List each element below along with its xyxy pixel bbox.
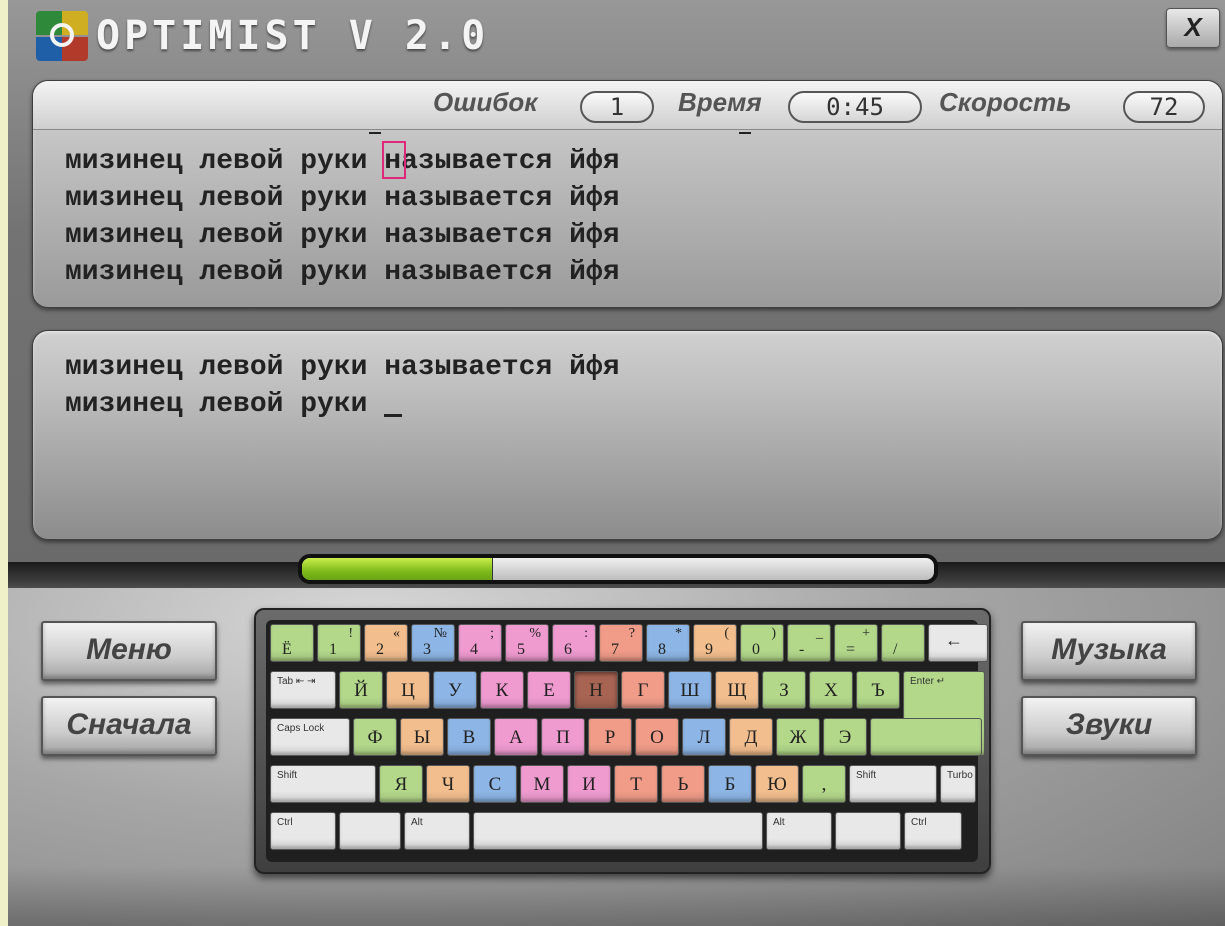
key[interactable]: % 5 bbox=[505, 624, 549, 662]
current-char: н bbox=[382, 141, 407, 179]
key[interactable]: ← bbox=[928, 624, 988, 662]
typed-line: мизинец левой руки называется йфя bbox=[65, 352, 620, 383]
progress-bar bbox=[298, 554, 938, 584]
exercise-line: мизинец левой руки называется йфя bbox=[65, 257, 620, 288]
key[interactable]: (9 bbox=[693, 624, 737, 662]
key[interactable]: Е bbox=[527, 671, 571, 709]
key[interactable]: К bbox=[480, 671, 524, 709]
logo-text: OPTIMIST V 2.0 bbox=[96, 13, 490, 59]
key[interactable]: А bbox=[494, 718, 538, 756]
key[interactable]: ? 7 bbox=[599, 624, 643, 662]
typed-text: мизинец левой руки называется йфя мизине… bbox=[65, 349, 620, 423]
key[interactable]: И bbox=[567, 765, 611, 803]
key[interactable]: Caps Lock bbox=[270, 718, 350, 756]
typing-panel[interactable]: мизинец левой руки называется йфя мизине… bbox=[32, 330, 1223, 540]
key[interactable]: П bbox=[541, 718, 585, 756]
key[interactable]: Л bbox=[682, 718, 726, 756]
key[interactable]: Т bbox=[614, 765, 658, 803]
errors-value: 1 bbox=[580, 91, 654, 123]
key[interactable]: Ц bbox=[386, 671, 430, 709]
typed-line-current: мизинец левой руки bbox=[65, 386, 620, 423]
exercise-panel: Ошибок 1 Время 0:45 Скорость 72 мизинец … bbox=[32, 80, 1223, 308]
speed-value: 72 bbox=[1123, 91, 1205, 123]
key[interactable]: Tab ⇤ ⇥ bbox=[270, 671, 336, 709]
key[interactable]: Я bbox=[379, 765, 423, 803]
key[interactable] bbox=[835, 812, 901, 850]
key[interactable]: В bbox=[447, 718, 491, 756]
music-button[interactable]: Музыка bbox=[1021, 621, 1197, 681]
key[interactable]: Р bbox=[588, 718, 632, 756]
key[interactable]: Х bbox=[809, 671, 853, 709]
key[interactable]: Г bbox=[621, 671, 665, 709]
key[interactable]: Ф bbox=[353, 718, 397, 756]
keyboard: Ё! 1 «2 № 3; 4% 5:6? 7 * 8(9) 0 _ - + = / ← Tab ⇤ ⇥ Й Ц У К Е Н… bbox=[254, 608, 991, 874]
exercise-line-current: мизинец левой руки называется йфя bbox=[65, 141, 620, 180]
progress-fill bbox=[302, 558, 493, 580]
key[interactable]: * 8 bbox=[646, 624, 690, 662]
errors-label: Ошибок bbox=[433, 87, 538, 117]
key[interactable]: , bbox=[802, 765, 846, 803]
key[interactable]: Ь bbox=[661, 765, 705, 803]
restart-button[interactable]: Сначала bbox=[41, 696, 217, 756]
key[interactable]: Н bbox=[574, 671, 618, 709]
stats-bar: Ошибок 1 Время 0:45 Скорость 72 bbox=[33, 81, 1222, 130]
key[interactable]: Ш bbox=[668, 671, 712, 709]
sounds-button[interactable]: Звуки bbox=[1021, 696, 1197, 756]
key[interactable]: / bbox=[881, 624, 925, 662]
key[interactable]: :6 bbox=[552, 624, 596, 662]
keyboard-keys: Ё! 1 «2 № 3; 4% 5:6? 7 * 8(9) 0 _ - + = / ← Tab ⇤ ⇥ Й Ц У К Е Н… bbox=[266, 620, 988, 862]
key[interactable]: Ctrl bbox=[270, 812, 336, 850]
key[interactable]: ; 4 bbox=[458, 624, 502, 662]
key[interactable]: Ъ bbox=[856, 671, 900, 709]
current-char-marker bbox=[382, 141, 407, 179]
key[interactable]: У bbox=[433, 671, 477, 709]
key[interactable]: Щ bbox=[715, 671, 759, 709]
key[interactable]: Б bbox=[708, 765, 752, 803]
text-cursor bbox=[384, 386, 403, 417]
menu-button[interactable]: Меню bbox=[41, 621, 217, 681]
key[interactable]: № 3 bbox=[411, 624, 455, 662]
key[interactable]: Ч bbox=[426, 765, 470, 803]
time-label: Время bbox=[678, 87, 762, 117]
key[interactable]: Ю bbox=[755, 765, 799, 803]
key[interactable]: Д bbox=[729, 718, 773, 756]
exercise-line: мизинец левой руки называется йфя bbox=[65, 183, 620, 214]
key[interactable]: Ж bbox=[776, 718, 820, 756]
key[interactable]: Й bbox=[339, 671, 383, 709]
key[interactable]: О bbox=[635, 718, 679, 756]
key[interactable]: Ы bbox=[400, 718, 444, 756]
key[interactable] bbox=[473, 812, 763, 850]
key[interactable]: Э bbox=[823, 718, 867, 756]
key[interactable]: Turbo bbox=[940, 765, 976, 803]
key[interactable]: Alt bbox=[766, 812, 832, 850]
key[interactable] bbox=[339, 812, 401, 850]
close-button[interactable]: X bbox=[1166, 8, 1220, 48]
key[interactable]: _ - bbox=[787, 624, 831, 662]
app-window: OPTIMIST V 2.0 X Ошибок 1 Время 0:45 Ско… bbox=[8, 0, 1225, 926]
key[interactable]: + = bbox=[834, 624, 878, 662]
key[interactable] bbox=[870, 718, 982, 756]
key[interactable]: Shift bbox=[270, 765, 376, 803]
key[interactable]: З bbox=[762, 671, 806, 709]
speed-label: Скорость bbox=[939, 87, 1072, 117]
position-marker bbox=[369, 132, 381, 134]
key[interactable]: ! 1 bbox=[317, 624, 361, 662]
key[interactable]: ) 0 bbox=[740, 624, 784, 662]
key[interactable]: Ctrl bbox=[904, 812, 962, 850]
key[interactable]: С bbox=[473, 765, 517, 803]
key[interactable]: Shift bbox=[849, 765, 937, 803]
position-marker bbox=[739, 132, 751, 134]
time-value: 0:45 bbox=[788, 91, 922, 123]
key[interactable]: Alt bbox=[404, 812, 470, 850]
exercise-line: мизинец левой руки называется йфя bbox=[65, 220, 620, 251]
key[interactable]: «2 bbox=[364, 624, 408, 662]
key[interactable]: Ё bbox=[270, 624, 314, 662]
exercise-text: мизинец левой руки называется йфя мизине… bbox=[65, 141, 620, 291]
app-logo: OPTIMIST V 2.0 bbox=[36, 6, 489, 66]
logo-icon bbox=[36, 9, 90, 63]
key[interactable]: М bbox=[520, 765, 564, 803]
